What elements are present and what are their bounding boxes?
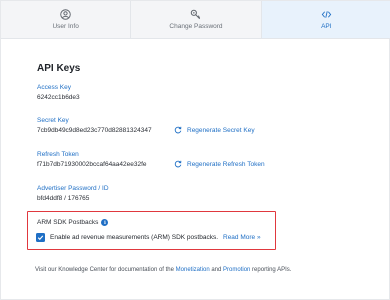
checkmark-icon	[37, 235, 44, 241]
footer-prefix: Visit our Knowledge Center for documenta…	[35, 267, 176, 273]
arm-title: ARM SDK Postbacks i	[37, 219, 109, 226]
page-title: API Keys	[37, 63, 81, 74]
advertiser-label: Advertiser Password / ID	[37, 185, 109, 192]
tab-change-password[interactable]: Change Password	[131, 1, 262, 38]
secret-key-field: Secret Key 7cb9db49c9d8ed23c770d82881324…	[37, 117, 152, 134]
refresh-icon	[174, 160, 182, 168]
user-circle-icon	[60, 9, 71, 20]
regenerate-secret-key-link[interactable]: Regenerate Secret Key	[174, 126, 255, 134]
arm-checkbox-row: Enable ad revenue measurements (ARM) SDK…	[36, 233, 261, 242]
regenerate-refresh-token-label: Regenerate Refresh Token	[187, 160, 265, 168]
settings-panel: User Info Change Password API API Keys A…	[0, 0, 390, 300]
refresh-token-value: f71b7db71930002bccaf64aa42ee32fe	[37, 161, 147, 168]
tab-user-info[interactable]: User Info	[1, 1, 132, 38]
code-icon	[321, 11, 332, 18]
advertiser-field: Advertiser Password / ID bfd4ddf8 / 1767…	[37, 185, 109, 202]
monetization-link[interactable]: Monetization	[176, 267, 210, 273]
refresh-icon	[174, 126, 182, 134]
arm-checkbox-label: Enable ad revenue measurements (ARM) SDK…	[50, 234, 218, 241]
tab-bar: User Info Change Password API	[1, 1, 390, 39]
info-icon[interactable]: i	[101, 219, 109, 226]
regenerate-secret-key-label: Regenerate Secret Key	[187, 126, 255, 134]
advertiser-value: bfd4ddf8 / 176765	[37, 195, 90, 202]
tab-api[interactable]: API	[261, 1, 390, 38]
secret-key-label: Secret Key	[37, 117, 69, 124]
arm-postbacks-box: ARM SDK Postbacks i Enable ad revenue me…	[27, 211, 276, 250]
regenerate-refresh-token-link[interactable]: Regenerate Refresh Token	[174, 160, 265, 168]
refresh-token-field: Refresh Token f71b7db71930002bccaf64aa42…	[37, 151, 147, 168]
read-more-link[interactable]: Read More »	[223, 234, 261, 241]
key-icon	[191, 9, 201, 20]
footer-note: Visit our Knowledge Center for documenta…	[35, 267, 291, 273]
footer-mid: and	[209, 267, 224, 273]
access-key-field: Access Key 6242cc1b6de3	[37, 84, 80, 101]
footer-suffix: reporting APIs.	[250, 267, 292, 273]
tab-label: Change Password	[169, 23, 223, 30]
tab-label: API	[321, 23, 332, 30]
tab-label: User Info	[52, 23, 79, 30]
promotion-link[interactable]: Promotion	[223, 267, 250, 273]
arm-checkbox[interactable]	[36, 233, 45, 242]
refresh-token-label: Refresh Token	[37, 151, 79, 158]
arm-title-label: ARM SDK Postbacks	[37, 219, 99, 226]
access-key-label: Access Key	[37, 84, 71, 91]
api-heading-block: API Keys	[37, 63, 80, 82]
access-key-value: 6242cc1b6de3	[37, 94, 80, 101]
secret-key-value: 7cb9db49c9d8ed23c770d82881324347	[37, 127, 152, 134]
